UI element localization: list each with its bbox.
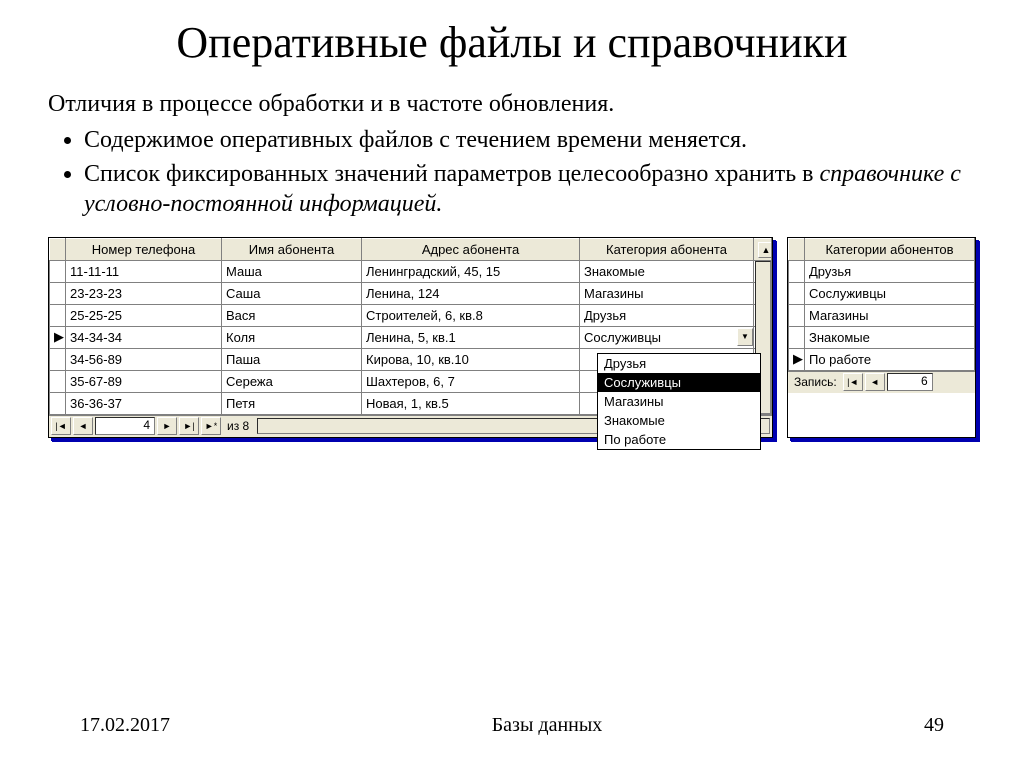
footer-subject: Базы данных xyxy=(492,714,603,737)
cell[interactable]: Коля xyxy=(222,326,362,348)
row-selector[interactable] xyxy=(50,370,66,392)
table-row[interactable]: 25-25-25ВасяСтроителей, 6, кв.8Друзья xyxy=(50,304,772,326)
row-selector[interactable] xyxy=(789,326,805,348)
cell[interactable]: Петя xyxy=(222,392,362,414)
cell[interactable]: Сережа xyxy=(222,370,362,392)
slide-footer: 17.02.2017 Базы данных 49 xyxy=(0,714,1024,737)
col-header-address[interactable]: Адрес абонента xyxy=(362,238,580,260)
nav-current-record[interactable]: 6 xyxy=(887,373,933,391)
table-row[interactable]: Знакомые xyxy=(789,326,975,348)
cell[interactable]: Сослуживцы xyxy=(805,282,975,304)
intro-text: Отличия в процессе обработки и в частоте… xyxy=(48,89,976,119)
cell[interactable]: Ленина, 5, кв.1 xyxy=(362,326,580,348)
row-selector[interactable] xyxy=(50,260,66,282)
nav-prev-button[interactable]: ◄ xyxy=(73,417,93,435)
cell[interactable]: 23-23-23 xyxy=(66,282,222,304)
row-selector[interactable] xyxy=(50,282,66,304)
cell[interactable]: 34-56-89 xyxy=(66,348,222,370)
cell[interactable]: Вася xyxy=(222,304,362,326)
category-dropdown-list[interactable]: ДрузьяСослуживцыМагазиныЗнакомыеПо работ… xyxy=(597,353,761,450)
cell[interactable]: Магазины xyxy=(805,304,975,326)
cell[interactable]: 25-25-25 xyxy=(66,304,222,326)
cell[interactable]: Шахтеров, 6, 7 xyxy=(362,370,580,392)
cell[interactable]: 35-67-89 xyxy=(66,370,222,392)
cell[interactable]: Сослуживцы▼ xyxy=(580,326,754,348)
table-row[interactable]: Друзья xyxy=(789,260,975,282)
nav-record-label: Запись: xyxy=(790,375,841,389)
cell[interactable]: По работе xyxy=(805,348,975,370)
categories-table[interactable]: Категории абонентов ДрузьяСослуживцыМага… xyxy=(788,238,975,371)
cell[interactable]: Знакомые xyxy=(580,260,754,282)
table-row[interactable]: Сослуживцы xyxy=(789,282,975,304)
table-row[interactable]: ▶По работе xyxy=(789,348,975,370)
row-selector[interactable] xyxy=(789,282,805,304)
slide-title: Оперативные файлы и справочники xyxy=(48,18,976,69)
nav-next-button[interactable]: ► xyxy=(157,417,177,435)
table-row[interactable]: 23-23-23СашаЛенина, 124Магазины xyxy=(50,282,772,304)
nav-first-button[interactable]: |◄ xyxy=(843,373,863,391)
row-selector[interactable] xyxy=(789,304,805,326)
dropdown-option[interactable]: По работе xyxy=(598,430,760,449)
table-row[interactable]: 11-11-11МашаЛенинградский, 45, 15Знакомы… xyxy=(50,260,772,282)
dropdown-option[interactable]: Знакомые xyxy=(598,411,760,430)
nav-new-button[interactable]: ►* xyxy=(201,417,221,435)
table-row[interactable]: Магазины xyxy=(789,304,975,326)
row-selector[interactable]: ▶ xyxy=(50,326,66,348)
nav-prev-button[interactable]: ◄ xyxy=(865,373,885,391)
bullet-item: Список фиксированных значений параметров… xyxy=(84,159,976,219)
cell[interactable]: Паша xyxy=(222,348,362,370)
col-header-categories[interactable]: Категории абонентов xyxy=(805,238,975,260)
cell[interactable]: Магазины xyxy=(580,282,754,304)
col-header-name[interactable]: Имя абонента xyxy=(222,238,362,260)
cell[interactable]: Друзья xyxy=(805,260,975,282)
bullet-item: Содержимое оперативных файлов с течением… xyxy=(84,125,976,155)
nav-total-label: из 8 xyxy=(223,419,253,433)
nav-current-record[interactable]: 4 xyxy=(95,417,155,435)
cell[interactable]: Знакомые xyxy=(805,326,975,348)
cell[interactable]: 36-36-37 xyxy=(66,392,222,414)
row-selector-header[interactable] xyxy=(789,238,805,260)
bullet-list: Содержимое оперативных файлов с течением… xyxy=(48,125,976,219)
nav-last-button[interactable]: ►| xyxy=(179,417,199,435)
cell[interactable]: Друзья xyxy=(580,304,754,326)
cell[interactable]: 34-34-34 xyxy=(66,326,222,348)
row-selector-header[interactable] xyxy=(50,238,66,260)
cell[interactable]: Кирова, 10, кв.10 xyxy=(362,348,580,370)
footer-date: 17.02.2017 xyxy=(80,714,170,737)
cell[interactable]: Строителей, 6, кв.8 xyxy=(362,304,580,326)
footer-page: 49 xyxy=(924,714,944,737)
dropdown-option[interactable]: Сослуживцы xyxy=(598,373,760,392)
subscribers-grid-window: Номер телефона Имя абонента Адрес абонен… xyxy=(48,237,773,438)
cell[interactable]: Маша xyxy=(222,260,362,282)
col-header-phone[interactable]: Номер телефона xyxy=(66,238,222,260)
row-selector[interactable] xyxy=(50,304,66,326)
row-selector[interactable] xyxy=(50,392,66,414)
cell[interactable]: 11-11-11 xyxy=(66,260,222,282)
cell[interactable]: Новая, 1, кв.5 xyxy=(362,392,580,414)
row-selector[interactable]: ▶ xyxy=(789,348,805,370)
row-selector[interactable] xyxy=(50,348,66,370)
row-selector[interactable] xyxy=(789,260,805,282)
dropdown-option[interactable]: Друзья xyxy=(598,354,760,373)
table-row[interactable]: ▶34-34-34КоляЛенина, 5, кв.1Сослуживцы▼ xyxy=(50,326,772,348)
categories-grid-window: Категории абонентов ДрузьяСослуживцыМага… xyxy=(787,237,976,438)
col-header-category[interactable]: Категория абонента xyxy=(580,238,754,260)
cell[interactable]: Ленинградский, 45, 15 xyxy=(362,260,580,282)
record-navigator: Запись: |◄ ◄ 6 xyxy=(788,371,975,393)
cell[interactable]: Ленина, 124 xyxy=(362,282,580,304)
vscroll-up[interactable]: ▲ xyxy=(754,238,772,260)
dropdown-arrow-icon[interactable]: ▼ xyxy=(737,328,753,346)
cell[interactable]: Саша xyxy=(222,282,362,304)
nav-first-button[interactable]: |◄ xyxy=(51,417,71,435)
dropdown-option[interactable]: Магазины xyxy=(598,392,760,411)
